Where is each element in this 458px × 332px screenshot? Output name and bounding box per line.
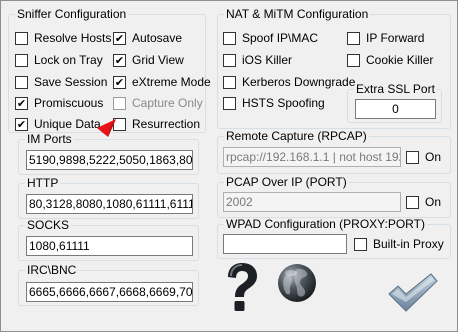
- resurrection-checkbox[interactable]: Resurrection: [113, 116, 200, 132]
- checkbox-label: On: [425, 150, 442, 164]
- sniffer-configuration-group: Sniffer Configuration: [8, 7, 206, 133]
- globe-icon[interactable]: [277, 263, 317, 303]
- autosave-checkbox[interactable]: ✔ Autosave: [113, 30, 182, 46]
- irc-bnc-title: IRC\BNC: [27, 263, 77, 277]
- resolve-hosts-checkbox[interactable]: Resolve Hosts: [15, 30, 111, 46]
- extreme-mode-checkbox[interactable]: ✔ eXtreme Mode: [113, 74, 211, 90]
- http-title: HTTP: [27, 176, 59, 190]
- checkbox-box: [223, 96, 236, 110]
- checkbox-box: [15, 31, 28, 45]
- checkbox-box: [113, 96, 126, 110]
- checkbox-box: [347, 31, 360, 45]
- checkbox-box: ✔: [15, 117, 28, 131]
- checkbox-label: Promiscuous: [34, 96, 104, 110]
- wpad-configuration-title: WPAD Configuration (PROXY:PORT): [226, 217, 425, 231]
- im-ports-title: IM Ports: [27, 132, 72, 146]
- checkbox-box: [15, 75, 28, 89]
- rpcap-input[interactable]: rpcap://192.168.1.1 | not host 192.1: [223, 147, 401, 167]
- remote-capture-title: Remote Capture (RPCAP): [226, 129, 367, 143]
- checkbox-label: Spoof IP\MAC: [242, 31, 319, 45]
- checkbox-label: Lock on Tray: [34, 53, 103, 67]
- capture-only-checkbox: Capture Only: [113, 95, 203, 111]
- checkbox-box: [223, 75, 236, 89]
- cookie-killer-checkbox[interactable]: Cookie Killer: [347, 52, 433, 68]
- wpad-proxy-input[interactable]: [223, 234, 347, 254]
- grid-view-checkbox[interactable]: ✔ Grid View: [113, 52, 184, 68]
- promiscuous-checkbox[interactable]: ✔ Promiscuous: [15, 95, 103, 111]
- checkbox-box: ✔: [113, 75, 126, 89]
- checkbox-label: Kerberos Downgrade: [242, 75, 356, 89]
- socks-ports-input[interactable]: 1080,61111: [26, 236, 193, 256]
- extra-ssl-port-input[interactable]: 0: [355, 99, 436, 119]
- unique-data-checkbox[interactable]: ✔ Unique Data: [15, 116, 101, 132]
- checkbox-label: Grid View: [132, 53, 184, 67]
- checkbox-label: Capture Only: [132, 96, 203, 110]
- checkbox-box: [406, 195, 419, 209]
- checkbox-box: [223, 53, 236, 67]
- pcap-over-ip-title: PCAP Over IP (PORT): [226, 175, 347, 189]
- rpcap-on-checkbox[interactable]: On: [406, 149, 441, 165]
- checkbox-box: ✔: [113, 53, 126, 67]
- irc-bnc-ports-input[interactable]: 6665,6666,6667,6668,6669,7000,: [26, 282, 193, 302]
- question-mark-icon[interactable]: [222, 262, 262, 312]
- checkbox-label: Autosave: [132, 31, 183, 45]
- hsts-spoofing-checkbox[interactable]: HSTS Spoofing: [223, 95, 325, 111]
- lock-on-tray-checkbox[interactable]: Lock on Tray: [15, 52, 103, 68]
- kerberos-downgrade-checkbox[interactable]: Kerberos Downgrade: [223, 74, 355, 90]
- checkbox-box: [406, 150, 419, 164]
- extra-ssl-port-title: Extra SSL Port: [356, 82, 435, 96]
- nat-mitm-configuration-title: NAT & MiTM Configuration: [226, 7, 369, 21]
- http-ports-input[interactable]: 80,3128,8080,1080,61111,61112,: [26, 194, 193, 214]
- pcap-over-ip-port-input[interactable]: 2002: [223, 192, 401, 212]
- sniffer-settings-window: Sniffer Configuration Resolve Hosts Lock…: [0, 0, 458, 332]
- checkmark-icon[interactable]: [387, 272, 439, 314]
- checkbox-box: ✔: [113, 31, 126, 45]
- checkbox-box: [15, 53, 28, 67]
- pcap-over-ip-on-checkbox[interactable]: On: [406, 194, 441, 210]
- checkbox-label: Built-in Proxy: [373, 237, 444, 251]
- checkbox-box: ✔: [15, 96, 28, 110]
- checkbox-label: Unique Data: [34, 117, 101, 131]
- sniffer-configuration-title: Sniffer Configuration: [17, 7, 127, 21]
- checkbox-label: iOS Killer: [242, 53, 293, 67]
- checkbox-label: eXtreme Mode: [132, 75, 211, 89]
- checkbox-box: [223, 31, 236, 45]
- save-session-checkbox[interactable]: Save Session: [15, 74, 107, 90]
- im-ports-input[interactable]: 5190,9898,5222,5050,1863,8074,: [26, 150, 193, 170]
- spoof-ip-mac-checkbox[interactable]: Spoof IP\MAC: [223, 30, 318, 46]
- builtin-proxy-checkbox[interactable]: Built-in Proxy: [354, 236, 444, 252]
- checkbox-label: Cookie Killer: [366, 53, 434, 67]
- checkbox-label: IP Forward: [366, 31, 425, 45]
- checkbox-label: Resurrection: [132, 117, 201, 131]
- ip-forward-checkbox[interactable]: IP Forward: [347, 30, 424, 46]
- ios-killer-checkbox[interactable]: iOS Killer: [223, 52, 292, 68]
- socks-title: SOCKS: [27, 218, 70, 232]
- checkbox-label: Resolve Hosts: [34, 31, 112, 45]
- checkbox-label: HSTS Spoofing: [242, 96, 325, 110]
- checkbox-label: Save Session: [34, 75, 108, 89]
- checkbox-box: [347, 53, 360, 67]
- checkbox-box: [354, 237, 367, 251]
- checkbox-label: On: [425, 195, 442, 209]
